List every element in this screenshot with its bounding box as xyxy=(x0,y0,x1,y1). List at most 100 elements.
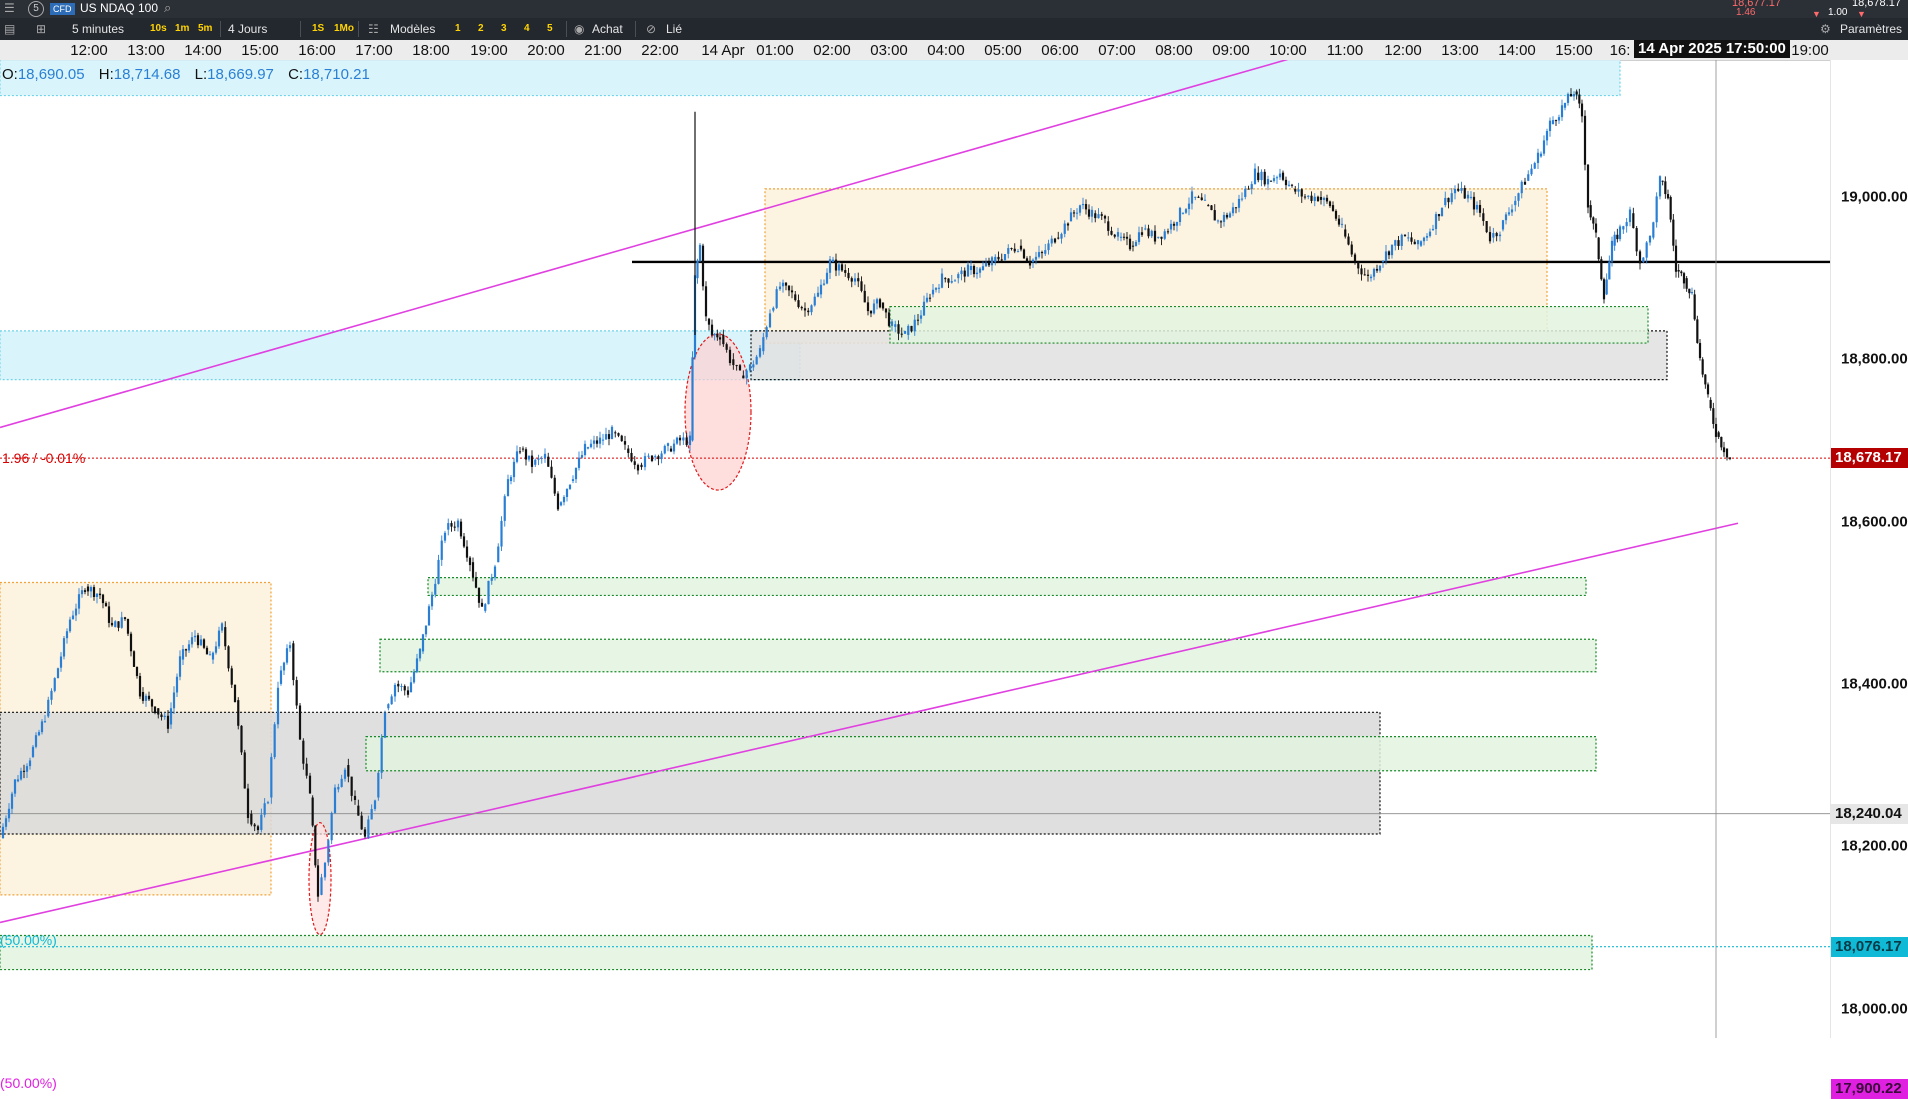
layout-icon[interactable]: ⊞ xyxy=(36,21,46,37)
candle-body xyxy=(1137,232,1141,242)
menu-icon[interactable]: ☰ xyxy=(4,1,15,15)
interval-1m-button[interactable]: 1m xyxy=(175,22,189,36)
range-1mo-button[interactable]: 1Mo xyxy=(334,22,354,36)
candle-body xyxy=(25,766,29,772)
candle-body xyxy=(1440,207,1444,217)
candle-body xyxy=(872,303,876,314)
candle-body xyxy=(745,370,748,379)
candle-body xyxy=(928,297,932,299)
candle-body xyxy=(1706,384,1710,395)
candle-body xyxy=(1530,168,1533,175)
candle-body xyxy=(881,302,885,309)
five-icon[interactable]: 5 xyxy=(28,1,44,17)
candle-body xyxy=(592,440,596,444)
candle-body xyxy=(1523,181,1527,185)
candle-body xyxy=(794,294,797,301)
candle-body xyxy=(1680,271,1683,274)
symbol-name[interactable]: US NDAQ 100 xyxy=(80,1,158,15)
layout-3-button[interactable]: 3 xyxy=(501,22,507,36)
candle-body xyxy=(1022,249,1026,259)
candle-body xyxy=(1444,197,1447,206)
candle-body xyxy=(553,477,556,494)
candle-body xyxy=(178,656,182,677)
candle-body xyxy=(230,668,233,685)
candle-body xyxy=(1313,196,1316,201)
candle-body xyxy=(4,818,8,827)
layout-2-button[interactable]: 2 xyxy=(478,22,484,36)
high-label: H: xyxy=(98,66,114,83)
candle-body xyxy=(527,455,531,460)
candle-body xyxy=(1410,237,1413,242)
interval-5m-button[interactable]: 5m xyxy=(198,22,212,36)
price-chart[interactable] xyxy=(0,60,1830,1038)
linked-button[interactable]: Lié xyxy=(666,21,682,37)
candle-body xyxy=(1303,196,1307,198)
candle-body xyxy=(418,648,422,659)
time-tick-label: 06:00 xyxy=(1041,42,1079,59)
candle-body xyxy=(1498,234,1502,237)
candle-body xyxy=(742,375,745,379)
candle-body xyxy=(875,299,879,304)
candle-body xyxy=(1278,173,1282,178)
candle-body xyxy=(1698,342,1702,359)
candle-body xyxy=(598,437,602,444)
ohlc-readout: O:18,690.05 H:18,714.68 L:18,669.97 C:18… xyxy=(2,66,380,83)
range-1s-button[interactable]: 1S xyxy=(312,22,324,36)
range-select[interactable]: 4 Jours xyxy=(228,21,267,37)
candle-body xyxy=(565,488,569,497)
gear-icon[interactable]: ⚙ xyxy=(1820,21,1831,37)
candle-body xyxy=(534,459,537,465)
candle-body xyxy=(141,692,145,701)
candle-body xyxy=(337,786,340,790)
candle-body xyxy=(450,523,453,527)
interval-select[interactable]: 5 minutes xyxy=(72,21,124,37)
candle-body xyxy=(1655,196,1658,223)
candle-body xyxy=(1696,319,1699,343)
search-icon[interactable]: ⌕ xyxy=(164,0,171,16)
buy-button[interactable]: Achat xyxy=(592,21,623,37)
candle-body xyxy=(752,364,755,368)
candle-body xyxy=(897,324,900,334)
candle-body xyxy=(950,281,953,283)
candle-body xyxy=(850,278,853,282)
candle-body xyxy=(377,772,380,798)
candle-body xyxy=(803,308,807,311)
layout-1-button[interactable]: 1 xyxy=(455,22,461,36)
candle-body xyxy=(698,244,702,262)
layout-4-button[interactable]: 4 xyxy=(524,22,530,36)
candle-body xyxy=(1147,228,1150,237)
candle-body xyxy=(755,356,758,365)
candle-body xyxy=(1387,251,1391,256)
candle-body xyxy=(1463,187,1466,199)
candle-body xyxy=(83,590,87,592)
candle-body xyxy=(311,797,314,826)
candle-body xyxy=(224,627,227,647)
candle-body xyxy=(559,502,563,506)
zone-gray-5 xyxy=(0,711,1381,835)
candle-body xyxy=(129,633,133,652)
candle-body xyxy=(370,808,373,820)
candle-body xyxy=(1542,140,1546,154)
templates-button[interactable]: Modèles xyxy=(390,21,435,37)
candle-body xyxy=(187,644,191,651)
candle-body xyxy=(314,825,317,866)
candle-body xyxy=(1010,248,1013,250)
candle-body xyxy=(506,479,510,497)
interval-10s-button[interactable]: 10s xyxy=(150,22,167,36)
candle-body xyxy=(1642,257,1645,262)
candle-body xyxy=(157,708,160,715)
candle-body xyxy=(853,278,857,282)
candle-body xyxy=(627,448,630,453)
candle-body xyxy=(604,434,608,440)
candle-body xyxy=(217,630,221,647)
candle-body xyxy=(978,268,982,273)
candle-body xyxy=(330,812,333,841)
layout-5-button[interactable]: 5 xyxy=(547,22,553,36)
candle-body xyxy=(512,461,516,478)
candle-body xyxy=(1350,244,1353,255)
list-icon[interactable]: ▤ xyxy=(4,21,15,37)
candle-body xyxy=(1569,93,1573,97)
price-axis[interactable]: 19,000.00 18,800.00 18,600.00 18,400.00 18,2… xyxy=(1830,60,1908,1099)
candle-body xyxy=(1153,230,1157,242)
settings-button[interactable]: Paramètres xyxy=(1840,21,1902,37)
